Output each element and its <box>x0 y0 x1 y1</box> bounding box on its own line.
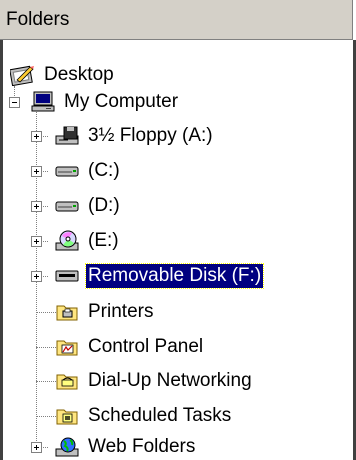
header-edge <box>352 0 356 40</box>
printers-folder-icon <box>54 301 80 323</box>
expand-toggle[interactable] <box>31 166 42 177</box>
tree-item-label: Desktop <box>44 64 114 85</box>
desktop-icon <box>10 64 36 86</box>
hard-drive-icon <box>54 195 80 217</box>
tree-item-label: 3½ Floppy (A:) <box>88 125 213 146</box>
dialup-networking-icon <box>54 370 80 392</box>
tree-item-web-folders[interactable]: Web Folders <box>54 434 197 460</box>
tree-item-scheduled-tasks[interactable]: Scheduled Tasks <box>54 403 233 429</box>
tree-item-label: Removable Disk (F:) <box>84 263 265 289</box>
tree-item-drive-c[interactable]: (C:) <box>54 158 122 184</box>
tree-item-printers[interactable]: Printers <box>54 299 155 325</box>
tree-item-my-computer[interactable]: My Computer <box>30 89 180 115</box>
tree-item-label: (C:) <box>88 160 120 181</box>
hard-drive-icon <box>54 160 80 182</box>
expand-toggle[interactable] <box>31 271 42 282</box>
expand-toggle[interactable] <box>31 442 42 453</box>
tree-item-control-panel[interactable]: Control Panel <box>54 334 205 360</box>
folders-title: Folders <box>6 9 70 30</box>
tree-item-label: Web Folders <box>88 436 196 457</box>
removable-disk-icon <box>54 265 80 287</box>
floppy-drive-icon <box>54 125 80 147</box>
tree-item-desktop[interactable]: Desktop <box>10 62 116 88</box>
expand-toggle[interactable] <box>31 131 42 142</box>
tree-item-drive-e[interactable]: (E:) <box>54 228 121 254</box>
expand-toggle[interactable] <box>31 201 42 212</box>
tree-item-label: Dial-Up Networking <box>88 370 252 391</box>
tree-item-label: (D:) <box>88 195 120 216</box>
control-panel-icon <box>54 336 80 358</box>
computer-icon <box>30 91 56 113</box>
tree-item-removable-disk-f[interactable]: Removable Disk (F:) <box>54 263 265 289</box>
pane-border-left <box>0 40 3 460</box>
web-folders-icon <box>54 436 80 458</box>
collapse-toggle[interactable] <box>9 97 20 108</box>
tree-item-label: My Computer <box>64 91 179 112</box>
tree-item-floppy-a[interactable]: 3½ Floppy (A:) <box>54 123 215 149</box>
expand-toggle[interactable] <box>31 236 42 247</box>
tree-item-label: Printers <box>88 301 154 322</box>
tree-item-label: (E:) <box>88 230 119 251</box>
scheduled-tasks-icon <box>54 405 80 427</box>
tree-item-dial-up-networking[interactable]: Dial-Up Networking <box>54 368 254 394</box>
cd-drive-icon <box>54 230 80 252</box>
tree-item-label: Scheduled Tasks <box>88 405 232 426</box>
folders-pane-header: Folders <box>0 0 356 40</box>
tree-item-drive-d[interactable]: (D:) <box>54 193 122 219</box>
tree-item-label: Control Panel <box>88 336 204 357</box>
